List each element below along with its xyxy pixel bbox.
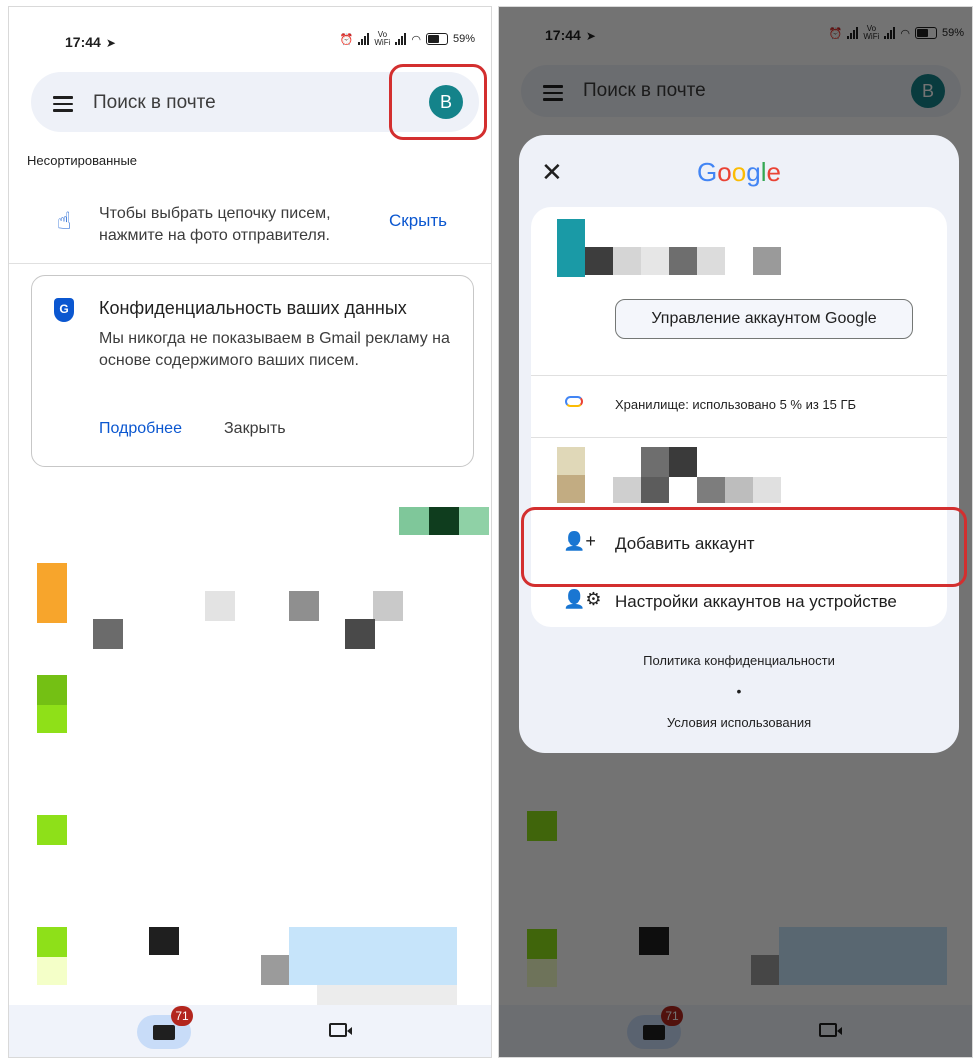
mail-tab[interactable]: 71 [137, 1006, 193, 1049]
account-switcher-screen: 17:44➤ ⏰ VoWiFi ◠ 59% Поиск в почте B 71 [498, 6, 973, 1058]
google-logo: Google [697, 157, 781, 187]
divider [9, 263, 491, 264]
tap-hand-icon: ☝ [57, 208, 72, 235]
divider [531, 375, 947, 376]
mail-icon [153, 1025, 175, 1040]
privacy-card-body: Мы никогда не показываем в Gmail рекламу… [99, 330, 450, 369]
add-account-highlight [521, 507, 967, 587]
battery-percent: 59% [452, 33, 475, 45]
hint-text: Чтобы выбрать цепочку писем, нажмите на … [99, 205, 331, 244]
category-label: Несортированные [27, 153, 138, 168]
separator-dot: • [736, 683, 742, 699]
status-time: 17:44 ➤ [65, 34, 116, 50]
hide-hint-button[interactable]: Скрыть [389, 211, 447, 231]
terms-link[interactable]: Условия использования [519, 715, 959, 730]
unread-badge: 71 [171, 1006, 193, 1026]
cloud-storage-icon [565, 396, 583, 407]
telegram-icon: ➤ [105, 36, 116, 50]
status-bar: 17:44 ➤ ⏰ VoWiFi ◠ 59% [9, 7, 491, 69]
status-icons: ⏰ VoWiFi ◠ 59% [340, 31, 475, 47]
privacy-card: G Конфиденциальность ваших данных Мы ник… [31, 275, 474, 467]
battery-icon [425, 33, 448, 45]
privacy-card-title: Конфиденциальность ваших данных [99, 298, 407, 318]
avatar-highlight [389, 64, 487, 140]
vowifi-icon: VoWiFi [374, 30, 391, 47]
manage-accounts-icon: 👤⚙ [563, 589, 602, 609]
privacy-policy-link[interactable]: Политика конфиденциальности [519, 653, 959, 668]
account-dialog: ✕ Google Управление аккаунтом Google Хра… [519, 135, 959, 753]
bottom-nav: 71 [9, 1005, 491, 1057]
signal-icon-2 [395, 33, 407, 45]
menu-icon[interactable] [53, 96, 73, 116]
alarm-icon: ⏰ [339, 33, 354, 46]
learn-more-link[interactable]: Подробнее [99, 420, 182, 438]
storage-text: Хранилище: использовано 5 % из 15 ГБ [615, 397, 857, 412]
manage-google-account-button[interactable]: Управление аккаунтом Google [615, 299, 913, 339]
time-text: 17:44 [65, 34, 101, 50]
close-card-button[interactable]: Закрыть [224, 420, 286, 438]
signal-icon [358, 33, 370, 45]
shield-icon: G [54, 298, 74, 322]
search-input[interactable]: Поиск в почте [93, 92, 216, 114]
divider [531, 437, 947, 438]
storage-row[interactable]: Хранилище: использовано 5 % из 15 ГБ [531, 377, 947, 437]
wifi-icon: ◠ [411, 33, 421, 46]
gmail-inbox-screen: 17:44 ➤ ⏰ Vo WiFi ◠ 59% Поиск в почте B Не… [8, 6, 492, 1058]
meet-video-icon[interactable] [329, 1023, 352, 1037]
device-settings-label: Настройки аккаунтов на устройстве [615, 592, 897, 611]
